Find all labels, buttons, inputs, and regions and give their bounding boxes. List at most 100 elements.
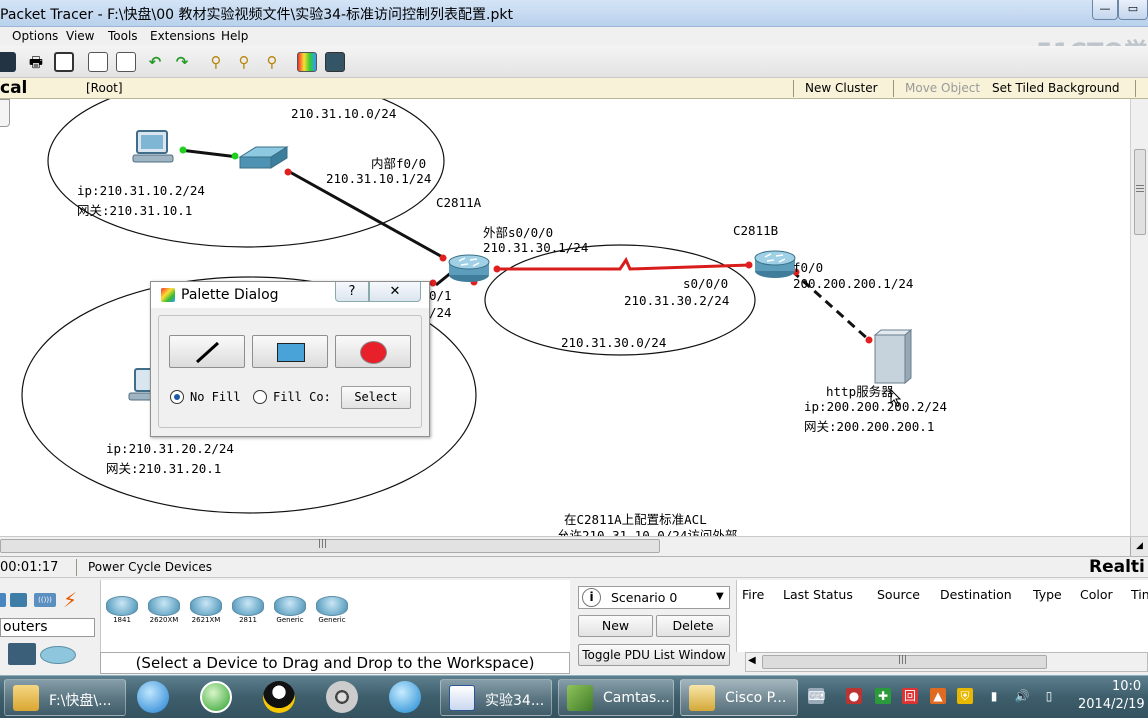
paste-icon[interactable] xyxy=(116,52,136,72)
menu-help[interactable]: Help xyxy=(221,29,248,43)
scenario-select[interactable]: i Scenario 0 ▼ xyxy=(578,586,730,609)
workspace-horizontal-scrollbar[interactable]: ||| ◢ xyxy=(0,536,1148,556)
taskbar-camtasia[interactable]: Camtas... xyxy=(558,679,674,716)
serial-link-red xyxy=(497,256,751,271)
move-object-button[interactable]: Move Object xyxy=(905,81,980,95)
ellipse-tool-button[interactable] xyxy=(335,335,411,368)
toggle-pdu-list-button[interactable]: Toggle PDU List Window xyxy=(578,644,730,666)
menu-options[interactable]: Options xyxy=(12,29,58,43)
partial-mask-label: /24 xyxy=(429,305,452,320)
minimize-button[interactable]: — xyxy=(1092,0,1118,20)
link-dot xyxy=(429,279,437,287)
power-tray-icon[interactable]: ▯ xyxy=(1041,688,1057,704)
save-icon[interactable] xyxy=(0,52,16,72)
set-tiled-background-button[interactable]: Set Tiled Background xyxy=(992,81,1120,95)
pdu-col-fire[interactable]: Fire xyxy=(742,587,764,602)
select-color-button[interactable]: Select xyxy=(341,386,411,409)
media-reel-icon[interactable] xyxy=(326,681,358,713)
root-breadcrumb[interactable]: [Root] xyxy=(86,81,123,95)
pdu-col-last-status[interactable]: Last Status xyxy=(783,587,853,602)
device-2620xm[interactable]: 2620XM xyxy=(147,596,181,628)
taskbar-word-document[interactable]: 实验34... xyxy=(440,679,552,716)
qq-penguin-icon[interactable] xyxy=(263,681,295,713)
shield-tray-icon[interactable]: ⛨ xyxy=(957,688,973,704)
router-category-icon[interactable] xyxy=(0,593,6,607)
pdu-col-source[interactable]: Source xyxy=(877,587,920,602)
activity-wizard-icon[interactable] xyxy=(54,52,74,72)
word-doc-icon xyxy=(449,685,475,711)
menu-extensions[interactable]: Extensions xyxy=(150,29,215,43)
link-dot xyxy=(284,168,292,176)
redo-icon[interactable]: ↷ xyxy=(172,52,192,72)
rectangle-tool-button[interactable] xyxy=(252,335,328,368)
main-toolbar: 🖶 ↶ ↷ ⚲ ⚲ ⚲ xyxy=(0,46,1148,78)
custom-device-icon[interactable] xyxy=(325,52,345,72)
workspace-vertical-scrollbar[interactable] xyxy=(1130,99,1148,536)
menu-tools[interactable]: Tools xyxy=(108,29,138,43)
new-scenario-button[interactable]: New xyxy=(578,615,653,637)
palette-tools-group xyxy=(158,315,422,428)
taskbar-explorer[interactable]: F:\快盘\... xyxy=(4,679,126,716)
taskbar-cisco-packet-tracer[interactable]: Cisco P... xyxy=(680,679,798,716)
maximize-button[interactable]: ▭ xyxy=(1118,0,1148,20)
security-tray-icon[interactable]: ✚ xyxy=(875,688,891,704)
copy-icon[interactable] xyxy=(88,52,108,72)
network-signal-icon[interactable]: ▮ xyxy=(986,688,1002,704)
pdu-horizontal-scrollbar[interactable]: ◀ ||| xyxy=(745,652,1148,672)
volume-icon[interactable]: 🔊 xyxy=(1014,688,1030,704)
delete-scenario-button[interactable]: Delete xyxy=(656,615,730,637)
sogou-s-icon[interactable] xyxy=(389,681,421,713)
connections-category-icon[interactable]: ⚡ xyxy=(63,588,77,612)
zoom-reset-icon[interactable]: ⚲ xyxy=(234,52,254,72)
wireless-category-icon[interactable]: (())) xyxy=(34,593,56,607)
zoom-in-icon[interactable]: ⚲ xyxy=(206,52,226,72)
window-title: Packet Tracer - F:\快盘\00 教材实验视频文件\实验34-标… xyxy=(0,7,513,23)
camtasia-icon xyxy=(567,685,593,711)
server-ip-label: ip:200.200.200.2/24 xyxy=(804,399,947,414)
palette-close-button[interactable]: ✕ xyxy=(369,282,421,302)
device-generic-1[interactable]: Generic xyxy=(273,596,307,628)
device-1841[interactable]: 1841 xyxy=(105,596,139,628)
line-tool-button[interactable] xyxy=(169,335,245,368)
wan-emulation-category-icon[interactable] xyxy=(40,646,76,664)
fill-color-radio[interactable] xyxy=(253,390,267,404)
note-box[interactable]: 在C2811A上配置标准ACL 允许210.31.10.0/24访问外部 xyxy=(555,502,765,536)
undo-icon[interactable]: ↶ xyxy=(145,52,165,72)
ime-tray-icon[interactable]: ▲ xyxy=(930,688,946,704)
app-tray-icon[interactable]: 回 xyxy=(902,688,918,704)
device-2811[interactable]: 2811 xyxy=(231,596,265,628)
ellipse-tool-icon xyxy=(360,341,387,364)
link-dot xyxy=(439,254,447,262)
power-cycle-button[interactable]: Power Cycle Devices xyxy=(88,560,212,574)
link-dot xyxy=(493,265,501,273)
workspace-corner-tab[interactable] xyxy=(0,99,10,127)
logical-workspace-bar: cal [Root] New Cluster Move Object Set T… xyxy=(0,78,1148,99)
pdu-col-color[interactable]: Color xyxy=(1080,587,1113,602)
help-button[interactable]: ? xyxy=(335,282,369,302)
no-fill-radio[interactable] xyxy=(170,390,184,404)
palette-dialog-titlebar[interactable]: Palette Dialog ? ✕ xyxy=(151,282,429,308)
water-drop-app-icon[interactable] xyxy=(137,681,169,713)
microphone-tray-icon[interactable]: ● xyxy=(846,688,862,704)
menu-view[interactable]: View xyxy=(66,29,94,43)
clock-date[interactable]: 2014/2/19 xyxy=(1078,697,1145,712)
pdu-col-time[interactable]: Tin xyxy=(1131,587,1148,602)
palette-dialog[interactable]: Palette Dialog ? ✕ No Fill Fill Co: Sele… xyxy=(150,281,430,437)
palette-icon[interactable] xyxy=(297,52,317,72)
realtime-mode-label[interactable]: Realti xyxy=(1089,557,1145,577)
c2811b-name-label: C2811B xyxy=(733,223,779,238)
browser-e-icon[interactable] xyxy=(200,681,232,713)
device-2621xm[interactable]: 2621XM xyxy=(189,596,223,628)
title-bar: Packet Tracer - F:\快盘\00 教材实验视频文件\实验34-标… xyxy=(0,0,1148,27)
pdu-col-type[interactable]: Type xyxy=(1033,587,1062,602)
switch-icon xyxy=(238,146,289,169)
end-devices-category-icon[interactable] xyxy=(8,643,36,665)
print-icon[interactable]: 🖶 xyxy=(26,52,46,72)
device-generic-2[interactable]: Generic xyxy=(315,596,349,628)
keyboard-tray-icon[interactable]: ⌨ xyxy=(808,688,825,704)
scenario-selected: Scenario 0 xyxy=(611,590,678,605)
pdu-col-destination[interactable]: Destination xyxy=(940,587,1012,602)
zoom-out-icon[interactable]: ⚲ xyxy=(262,52,282,72)
switch-category-icon[interactable] xyxy=(10,593,27,607)
new-cluster-button[interactable]: New Cluster xyxy=(805,81,878,95)
